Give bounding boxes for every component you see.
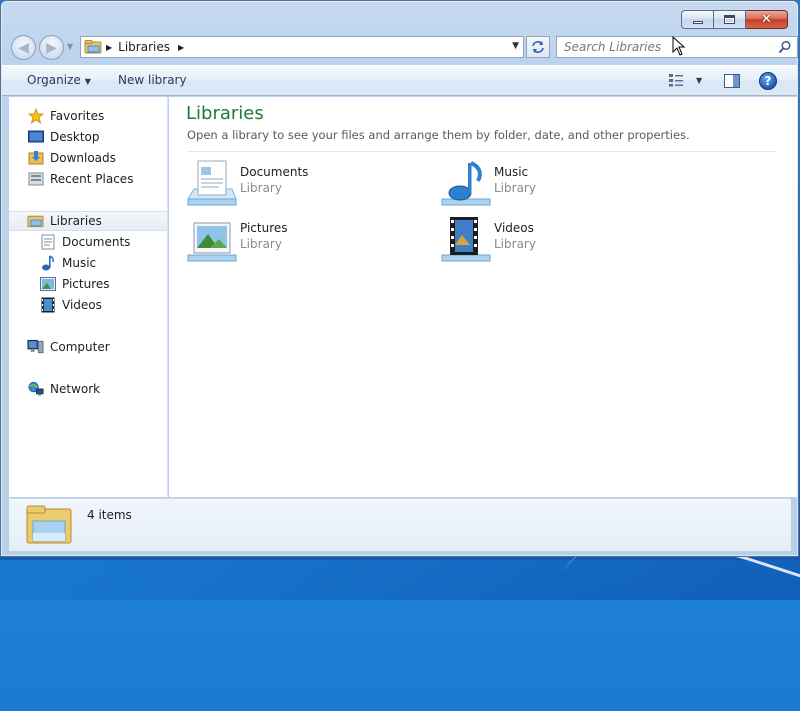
sidebar-item-label: Favorites <box>50 109 105 123</box>
sidebar-item-label: Music <box>62 256 97 270</box>
libraries-folder-icon <box>26 505 72 544</box>
sidebar-item-label: Desktop <box>50 130 100 144</box>
chevron-down-icon: ▼ <box>84 77 91 86</box>
network-icon <box>27 381 44 397</box>
computer-icon <box>27 339 44 355</box>
library-item-documents[interactable]: Documents Library <box>186 159 426 209</box>
sidebar-item-label: Computer <box>50 340 110 354</box>
back-button[interactable]: ◀ <box>11 35 36 60</box>
sidebar-item-label: Network <box>50 382 101 396</box>
library-name: Documents <box>240 165 309 179</box>
desktop-icon <box>27 129 44 145</box>
sidebar-item-videos[interactable]: Videos <box>9 295 167 315</box>
recent-places-icon <box>27 171 44 187</box>
sidebar-item-pictures[interactable]: Pictures <box>9 274 167 294</box>
address-dropdown-icon[interactable]: ▼ <box>512 41 519 51</box>
page-title: Libraries <box>186 103 264 124</box>
preview-pane-icon <box>724 74 740 88</box>
mouse-cursor-icon <box>672 36 686 56</box>
navigation-pane: Favorites Desktop Downloads Recent Place… <box>9 97 168 497</box>
library-name: Videos <box>494 221 534 235</box>
refresh-button[interactable] <box>526 36 550 58</box>
sidebar-item-label: Downloads <box>50 151 116 165</box>
divider <box>187 151 777 152</box>
sidebar-item-libraries[interactable]: Libraries <box>9 211 167 231</box>
library-type: Library <box>240 181 282 195</box>
close-button[interactable]: ✕ <box>746 10 788 29</box>
organize-label: Organize <box>27 73 81 87</box>
library-type: Library <box>494 237 536 251</box>
libraries-folder-icon <box>27 213 44 229</box>
change-view-button[interactable]: ▼ <box>668 73 702 87</box>
help-button[interactable]: ? <box>759 72 777 90</box>
forward-arrow-icon: ▶ <box>46 39 57 56</box>
new-library-label: New library <box>118 73 187 87</box>
library-type: Library <box>494 181 536 195</box>
library-name: Pictures <box>240 221 288 235</box>
music-note-icon <box>39 255 56 271</box>
sidebar-item-downloads[interactable]: Downloads <box>0 148 167 168</box>
forward-button[interactable]: ▶ <box>39 35 64 60</box>
preview-pane-button[interactable] <box>724 74 740 91</box>
chevron-down-icon: ▼ <box>696 75 703 85</box>
minimize-button[interactable] <box>681 10 714 29</box>
view-options-icon <box>669 74 683 87</box>
library-item-pictures[interactable]: Pictures Library <box>186 215 426 265</box>
sidebar-item-label: Recent Places <box>50 172 134 186</box>
address-bar[interactable]: ▶ Libraries ▶ ▼ <box>80 36 524 58</box>
sidebar-item-favorites[interactable]: Favorites <box>9 106 167 126</box>
sidebar-item-label: Documents <box>62 235 131 249</box>
sidebar-item-label: Libraries <box>50 214 102 228</box>
details-pane: 4 items <box>9 498 791 551</box>
refresh-icon <box>532 41 544 53</box>
music-library-icon <box>441 161 491 206</box>
sidebar-item-computer[interactable]: Computer <box>9 337 167 357</box>
document-icon <box>39 234 56 250</box>
page-subtitle: Open a library to see your files and arr… <box>187 128 690 142</box>
item-count: 4 items <box>87 508 132 522</box>
content-pane: Libraries Open a library to see your fil… <box>169 97 797 497</box>
caption-buttons: ✕ <box>681 10 788 29</box>
library-item-videos[interactable]: Videos Library <box>440 215 680 265</box>
film-icon <box>39 297 56 313</box>
close-icon: ✕ <box>761 12 772 27</box>
sidebar-item-desktop[interactable]: Desktop <box>0 127 167 147</box>
library-type: Library <box>240 237 282 251</box>
command-bar: Organize ▼ New library ▼ ? <box>2 65 797 96</box>
search-input[interactable] <box>557 37 772 57</box>
documents-library-icon <box>187 160 237 206</box>
libraries-folder-icon <box>84 40 102 54</box>
maximize-icon <box>724 15 735 24</box>
star-icon <box>27 108 44 124</box>
sidebar-item-network[interactable]: Network <box>9 379 167 399</box>
downloads-folder-icon <box>27 150 44 166</box>
library-item-music[interactable]: Music Library <box>440 159 680 209</box>
help-icon: ? <box>764 74 772 88</box>
pictures-library-icon <box>187 222 237 262</box>
minimize-icon <box>692 21 703 24</box>
library-name: Music <box>494 165 529 179</box>
sidebar-item-recent-places[interactable]: Recent Places <box>0 169 167 189</box>
sidebar-item-documents[interactable]: Documents <box>9 232 167 252</box>
organize-button[interactable]: Organize ▼ <box>27 73 91 87</box>
sidebar-item-label: Pictures <box>62 277 110 291</box>
videos-library-icon <box>441 217 491 262</box>
search-icon[interactable] <box>778 40 792 54</box>
explorer-window: ✕ ◀ ▶ ▼ ▶ Libraries ▶ ▼ Search Libraries… <box>0 0 799 557</box>
breadcrumb-separator-icon[interactable]: ▶ <box>178 43 184 52</box>
back-arrow-icon: ◀ <box>18 39 29 56</box>
breadcrumb-libraries[interactable]: Libraries <box>118 40 170 54</box>
breadcrumb-separator-icon[interactable]: ▶ <box>106 43 112 52</box>
sidebar-item-music[interactable]: Music <box>9 253 167 273</box>
new-library-button[interactable]: New library <box>118 73 187 87</box>
recent-pages-dropdown[interactable]: ▼ <box>67 42 73 51</box>
picture-icon <box>39 276 56 292</box>
maximize-button[interactable] <box>714 10 746 29</box>
sidebar-item-label: Videos <box>62 298 102 312</box>
